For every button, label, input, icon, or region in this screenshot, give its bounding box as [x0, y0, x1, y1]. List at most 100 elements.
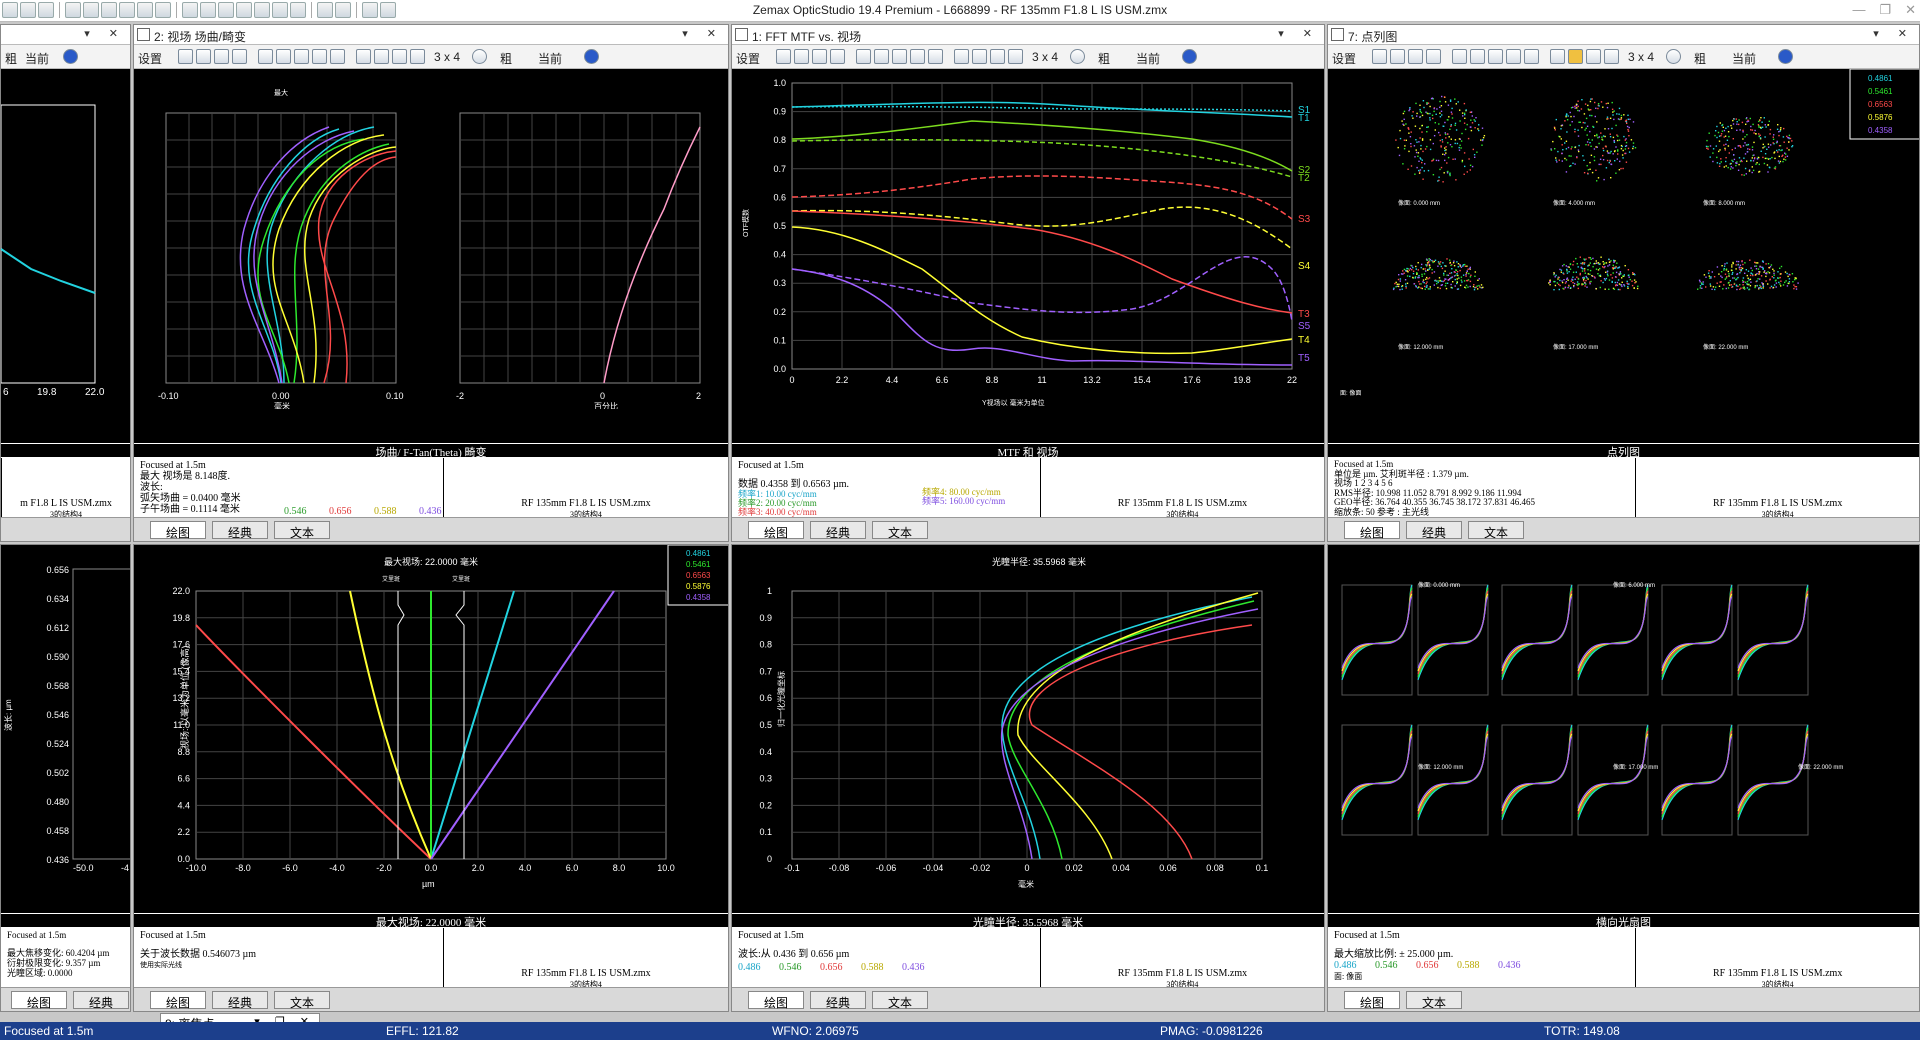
pencil-icon[interactable] — [258, 49, 273, 64]
help-icon[interactable] — [1778, 49, 1793, 64]
spot-point — [1598, 105, 1600, 107]
tab-text[interactable]: 文本 — [274, 991, 330, 1010]
tab-classic[interactable]: 经典 — [73, 991, 129, 1010]
lock-icon[interactable] — [954, 49, 969, 64]
window-icon[interactable] — [1586, 49, 1601, 64]
layers-icon[interactable] — [1008, 49, 1023, 64]
grid-dropdown[interactable]: 3 x 4 — [1628, 50, 1654, 64]
pencil-icon[interactable] — [1452, 49, 1467, 64]
print-icon[interactable] — [830, 49, 845, 64]
settings-button[interactable]: 设置 — [736, 50, 760, 67]
tab-plot[interactable]: 绘图 — [150, 521, 206, 540]
close-button[interactable]: ✕ — [1905, 2, 1916, 18]
zoom-fit-icon[interactable] — [972, 49, 987, 64]
layers-icon[interactable] — [410, 49, 425, 64]
copy-icon[interactable] — [1390, 49, 1405, 64]
rectangle-icon[interactable] — [276, 49, 291, 64]
legend-top-label: 最大 — [274, 88, 288, 97]
tab-classic[interactable]: 经典 — [212, 521, 268, 540]
update-icon[interactable] — [776, 49, 791, 64]
update-icon[interactable] — [178, 49, 193, 64]
arrow-icon[interactable] — [294, 49, 309, 64]
current-dropdown[interactable]: 当前 — [1732, 50, 1756, 67]
arrow-icon[interactable] — [892, 49, 907, 64]
zoom-fit-icon[interactable] — [1568, 49, 1583, 64]
spot-point — [1444, 278, 1446, 280]
weight-dropdown[interactable]: 粗 — [1098, 50, 1110, 67]
maximize-button[interactable]: ❐ — [1879, 2, 1891, 18]
tab-text[interactable]: 文本 — [872, 991, 928, 1010]
text-icon[interactable] — [330, 49, 345, 64]
tab-plot[interactable]: 绘图 — [1344, 521, 1400, 540]
help-icon[interactable] — [63, 49, 78, 64]
settings-button[interactable]: 设置 — [138, 50, 162, 67]
weight-dropdown[interactable]: 粗 — [5, 50, 17, 67]
spot-point — [1431, 114, 1434, 116]
lock-icon[interactable] — [1550, 49, 1565, 64]
export-icon[interactable] — [812, 49, 827, 64]
tab-text[interactable]: 文本 — [1406, 991, 1462, 1010]
tab-text[interactable]: 文本 — [1468, 521, 1524, 540]
pane-window-controls[interactable]: ▾ ✕ — [682, 27, 724, 40]
pencil-icon[interactable] — [856, 49, 871, 64]
grid-dropdown[interactable]: 3 x 4 — [1032, 50, 1058, 64]
spot-point — [1736, 129, 1738, 131]
tab-classic[interactable]: 经典 — [212, 991, 268, 1010]
current-dropdown[interactable]: 当前 — [25, 50, 49, 67]
pane-dropdown-icon[interactable]: ▾ ✕ — [84, 27, 126, 40]
window-icon[interactable] — [392, 49, 407, 64]
rectangle-icon[interactable] — [1470, 49, 1485, 64]
zoom-fit-icon[interactable] — [374, 49, 389, 64]
line-icon[interactable] — [312, 49, 327, 64]
spot-point — [1419, 169, 1422, 171]
spot-point — [1756, 158, 1759, 160]
line-icon[interactable] — [910, 49, 925, 64]
tab-plot[interactable]: 绘图 — [748, 991, 804, 1010]
copy-icon[interactable] — [794, 49, 809, 64]
line-icon[interactable] — [1506, 49, 1521, 64]
tab-plot[interactable]: 绘图 — [748, 521, 804, 540]
help-icon[interactable] — [1182, 49, 1197, 64]
print-icon[interactable] — [1426, 49, 1441, 64]
text-icon[interactable] — [928, 49, 943, 64]
minimize-button[interactable]: — — [1852, 2, 1865, 18]
reset-icon[interactable] — [472, 49, 487, 64]
tab-classic[interactable]: 经典 — [810, 521, 866, 540]
export-icon[interactable] — [214, 49, 229, 64]
weight-dropdown[interactable]: 粗 — [500, 50, 512, 67]
print-icon[interactable] — [232, 49, 247, 64]
pane-toolbar: 设置 3 x 4 粗 当前 — [732, 45, 1324, 69]
tab-text[interactable]: 文本 — [872, 521, 928, 540]
lock-icon[interactable] — [356, 49, 371, 64]
spot-point — [1404, 279, 1407, 281]
current-dropdown[interactable]: 当前 — [538, 50, 562, 67]
export-icon[interactable] — [1408, 49, 1423, 64]
tab-plot[interactable]: 绘图 — [11, 991, 67, 1010]
spot-point — [1473, 119, 1475, 121]
plot-caption: 点列图 — [1328, 444, 1919, 459]
tab-plot[interactable]: 绘图 — [150, 991, 206, 1010]
help-icon[interactable] — [584, 49, 599, 64]
window-icon[interactable] — [990, 49, 1005, 64]
rectangle-icon[interactable] — [874, 49, 889, 64]
reset-icon[interactable] — [1666, 49, 1681, 64]
copy-icon[interactable] — [196, 49, 211, 64]
settings-button[interactable]: 设置 — [1332, 50, 1356, 67]
update-icon[interactable] — [1372, 49, 1387, 64]
current-dropdown[interactable]: 当前 — [1136, 50, 1160, 67]
spot-point — [1725, 165, 1727, 167]
tab-text[interactable]: 文本 — [274, 521, 330, 540]
layers-icon[interactable] — [1604, 49, 1619, 64]
weight-dropdown[interactable]: 粗 — [1694, 50, 1706, 67]
text-icon[interactable] — [1524, 49, 1539, 64]
grid-dropdown[interactable]: 3 x 4 — [434, 50, 460, 64]
arrow-icon[interactable] — [1488, 49, 1503, 64]
reset-icon[interactable] — [1070, 49, 1085, 64]
pane-window-controls[interactable]: ▾ ✕ — [1278, 27, 1320, 40]
tab-classic[interactable]: 经典 — [1406, 521, 1462, 540]
tab-plot[interactable]: 绘图 — [1344, 991, 1400, 1010]
spot-point — [1596, 133, 1598, 136]
tab-classic[interactable]: 经典 — [810, 991, 866, 1010]
pane-window-controls[interactable]: ▾ ✕ — [1873, 27, 1915, 40]
spot-point — [1454, 122, 1457, 125]
